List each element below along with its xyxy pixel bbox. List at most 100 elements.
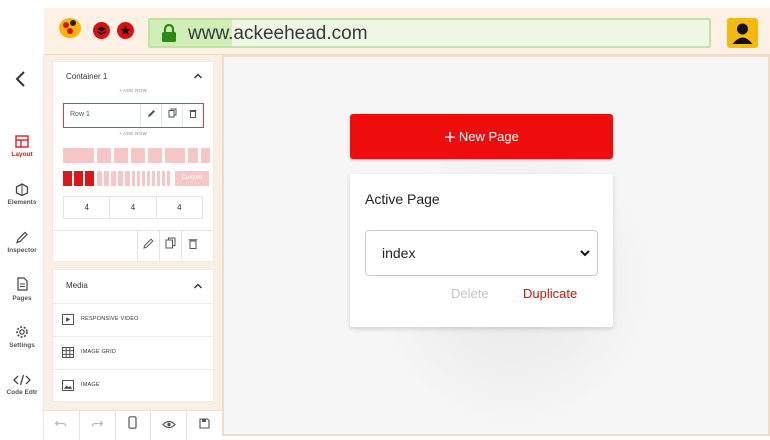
row-edit-button[interactable]	[140, 104, 161, 127]
layout-preset[interactable]	[97, 171, 102, 186]
layout-preset[interactable]	[104, 171, 109, 186]
media-item-image[interactable]: IMAGE	[53, 369, 213, 402]
layout-preset[interactable]	[201, 148, 210, 163]
column-size[interactable]: 4	[110, 197, 157, 218]
app-logo	[59, 16, 83, 40]
container-edit-button[interactable]	[137, 231, 159, 262]
preview-button[interactable]	[151, 411, 188, 440]
redo-icon	[91, 420, 104, 427]
delete-page-button[interactable]: Delete	[451, 286, 489, 301]
column-size[interactable]: 4	[157, 197, 202, 218]
layout-preset[interactable]	[97, 148, 111, 163]
pencil-icon	[16, 231, 28, 244]
trash-icon	[189, 110, 197, 118]
layout-preset[interactable]	[111, 171, 116, 186]
container-toolbar	[53, 230, 213, 262]
row-item[interactable]: Row 1	[63, 103, 204, 128]
eye-icon	[161, 420, 176, 429]
layout-preset[interactable]	[152, 171, 155, 186]
column-size[interactable]: 4	[64, 197, 111, 218]
layout-preset[interactable]	[147, 171, 150, 186]
active-page-value: index	[382, 245, 416, 261]
mobile-preview-button[interactable]	[116, 411, 152, 440]
custom-layout-button[interactable]: Custom	[175, 171, 209, 186]
media-item-image-grid[interactable]: IMAGE GRID	[53, 336, 213, 369]
chevron-up-icon[interactable]	[193, 282, 203, 290]
media-item-responsive-video[interactable]: RESPONSIVE VIDEO	[53, 303, 213, 336]
gear-icon	[16, 326, 28, 338]
layout-preset[interactable]	[167, 171, 170, 186]
rail-label: Pages	[12, 295, 32, 302]
undo-icon	[55, 420, 67, 427]
rail-item-inspector[interactable]: Inspector	[0, 231, 44, 254]
pages-icon	[17, 277, 28, 291]
app-root: www.ackeehead.com Layout Elements Inspec…	[0, 0, 770, 440]
media-item-label: IMAGE	[81, 382, 100, 388]
layout-preset[interactable]	[188, 148, 198, 163]
layout-preset-selected[interactable]	[74, 171, 83, 186]
chevron-down-icon	[580, 250, 590, 257]
trash-icon	[188, 239, 197, 249]
layout-preset-selected[interactable]	[85, 171, 94, 186]
new-page-label: New Page	[458, 129, 519, 144]
copy-icon	[165, 237, 176, 249]
layout-preset[interactable]	[148, 148, 162, 163]
container-title: Container 1	[66, 72, 108, 81]
user-avatar-icon[interactable]	[727, 18, 758, 48]
container-copy-button[interactable]	[159, 231, 181, 262]
active-page-select[interactable]: index	[365, 230, 598, 276]
layout-preset-selected[interactable]	[63, 171, 72, 186]
row-delete-button[interactable]	[182, 104, 203, 127]
plus-icon: +	[444, 127, 456, 149]
save-icon	[199, 418, 210, 429]
active-page-title: Active Page	[365, 191, 440, 207]
star-icon[interactable]	[117, 22, 134, 39]
rail-label: Settings	[9, 342, 35, 349]
layout-preset[interactable]	[165, 148, 185, 163]
save-button[interactable]	[187, 411, 222, 440]
layout-preset[interactable]	[114, 148, 128, 163]
layout-preset[interactable]	[125, 171, 130, 186]
container-card: Container 1 + ADD ROW Row 1 + ADD ROW Cu…	[52, 61, 214, 262]
active-page-card: Active Page index Delete Duplicate	[350, 174, 613, 327]
new-page-button[interactable]: + New Page	[350, 114, 613, 159]
media-item-label: IMAGE GRID	[81, 349, 117, 355]
column-sizes: 4 4 4	[63, 196, 203, 219]
back-chevron-icon[interactable]	[13, 69, 29, 94]
copy-icon	[168, 108, 176, 118]
pencil-icon	[147, 110, 155, 117]
elements-icon	[15, 183, 29, 196]
config-panel: Container 1 + ADD ROW Row 1 + ADD ROW Cu…	[44, 55, 222, 440]
row-copy-button[interactable]	[161, 104, 182, 127]
rail-label: Inspector	[7, 247, 37, 254]
layout-preset[interactable]	[137, 171, 140, 186]
undo-button[interactable]	[44, 411, 80, 440]
layout-preset[interactable]	[142, 171, 145, 186]
address-bar[interactable]: www.ackeehead.com	[148, 18, 711, 48]
rail-label: Layout	[11, 151, 33, 158]
bottom-toolbar	[44, 410, 222, 440]
add-row-bottom[interactable]: + ADD ROW	[53, 131, 213, 136]
layout-preset[interactable]	[131, 148, 145, 163]
rail-item-pages[interactable]: Pages	[0, 277, 44, 302]
layout-preset[interactable]	[132, 171, 135, 186]
rail-item-settings[interactable]: Settings	[0, 325, 44, 349]
redo-button[interactable]	[80, 411, 116, 440]
rail-label: Elements	[7, 199, 37, 206]
video-icon	[62, 314, 74, 325]
rail-item-layout[interactable]: Layout	[0, 135, 44, 158]
media-item-label: RESPONSIVE VIDEO	[81, 316, 139, 322]
layers-icon[interactable]	[93, 22, 110, 39]
rail-item-elements[interactable]: Elements	[0, 183, 44, 206]
chevron-up-icon[interactable]	[193, 72, 203, 80]
layout-preset[interactable]	[162, 171, 165, 186]
container-delete-button[interactable]	[181, 231, 203, 262]
add-row-top[interactable]: + ADD ROW	[53, 88, 213, 93]
layout-preset[interactable]	[118, 171, 123, 186]
layout-preset[interactable]	[157, 171, 160, 186]
grid-icon	[62, 347, 74, 358]
rail-item-code-editor[interactable]: Code Edtr	[0, 374, 44, 396]
duplicate-page-button[interactable]: Duplicate	[523, 286, 577, 301]
left-rail: Layout Elements Inspector Pages Settings…	[0, 55, 44, 440]
layout-preset[interactable]	[63, 148, 94, 163]
